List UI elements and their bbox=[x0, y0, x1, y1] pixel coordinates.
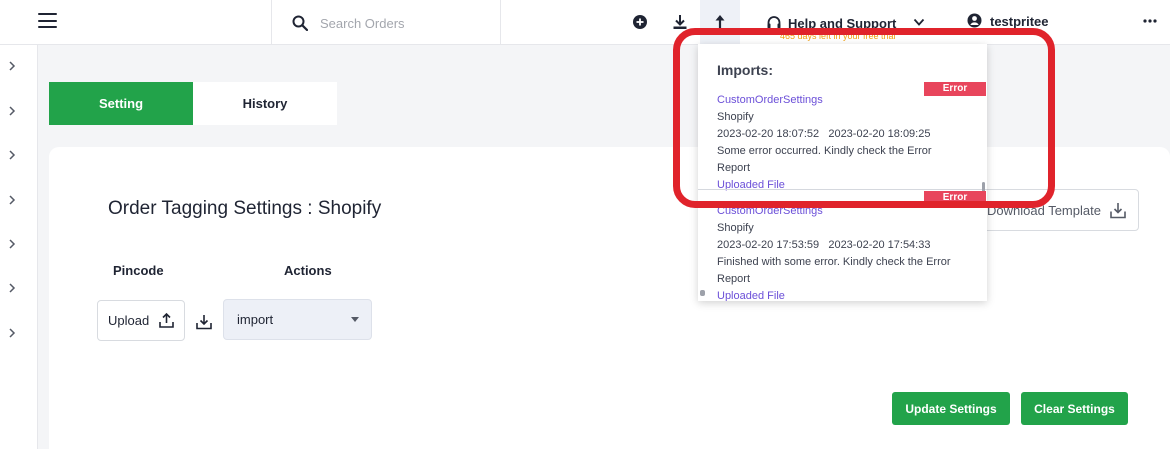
import-entry: CustomOrderSettings Shopify 2023-02-20 1… bbox=[717, 92, 967, 194]
upload-button-label: Upload bbox=[108, 313, 150, 328]
chevron-down-icon[interactable] bbox=[913, 16, 925, 28]
search-input[interactable] bbox=[320, 12, 490, 34]
tab-history[interactable]: History bbox=[193, 82, 337, 125]
divider bbox=[698, 189, 987, 190]
chevron-right-icon[interactable] bbox=[8, 61, 16, 71]
trial-note: 465 days left in your free trial bbox=[780, 31, 896, 41]
user-icon bbox=[967, 13, 982, 28]
import-entry: CustomOrderSettings Shopify 2023-02-20 1… bbox=[717, 203, 967, 301]
import-entry-message: Some error occurred. Kindly check the Er… bbox=[717, 145, 932, 174]
chevron-right-icon[interactable] bbox=[8, 150, 16, 160]
chevron-right-icon[interactable] bbox=[8, 195, 16, 205]
imports-title: Imports: bbox=[717, 62, 773, 78]
page-title: Order Tagging Settings : Shopify bbox=[108, 198, 382, 219]
action-select-value: import bbox=[237, 312, 274, 327]
download-icon bbox=[1110, 203, 1126, 219]
import-entry-channel: Shopify bbox=[717, 111, 754, 123]
help-and-support[interactable]: Help and Support bbox=[766, 14, 896, 32]
uploaded-file-link[interactable]: Uploaded File bbox=[717, 288, 967, 301]
column-header-actions: Actions bbox=[284, 263, 332, 278]
caret-down-icon bbox=[351, 317, 359, 322]
top-bar: Help and Support 465 days left in your f… bbox=[0, 0, 1170, 45]
import-entry-name[interactable]: CustomOrderSettings bbox=[717, 92, 967, 109]
clear-settings-button[interactable]: Clear Settings bbox=[1021, 392, 1128, 425]
scrollbar-indicator bbox=[700, 290, 705, 296]
upload-icon bbox=[159, 312, 175, 328]
chevron-right-icon[interactable] bbox=[8, 106, 16, 116]
menu-icon[interactable] bbox=[38, 13, 57, 28]
download-template-button[interactable]: Download Template bbox=[982, 189, 1139, 231]
update-settings-button[interactable]: Update Settings bbox=[892, 392, 1010, 425]
action-select[interactable]: import bbox=[223, 299, 372, 340]
import-entry-message: Finished with some error. Kindly check t… bbox=[717, 256, 951, 285]
upload-icon[interactable] bbox=[712, 14, 728, 30]
import-entry-end: 2023-02-20 18:09:25 bbox=[828, 128, 931, 140]
headset-icon bbox=[767, 16, 781, 29]
left-rail bbox=[0, 45, 38, 449]
import-entry-end: 2023-02-20 17:54:33 bbox=[828, 239, 931, 251]
user-menu[interactable]: testpritee bbox=[967, 13, 1049, 29]
search-icon bbox=[292, 15, 308, 31]
import-entry-start: 2023-02-20 18:07:52 bbox=[717, 128, 820, 140]
import-entry-start: 2023-02-20 17:53:59 bbox=[717, 239, 820, 251]
chevron-right-icon[interactable] bbox=[8, 239, 16, 249]
import-entry-channel: Shopify bbox=[717, 222, 754, 234]
help-label: Help and Support bbox=[788, 15, 897, 31]
download-icon[interactable] bbox=[195, 314, 213, 330]
tab-setting[interactable]: Setting bbox=[49, 82, 193, 125]
download-icon[interactable] bbox=[672, 14, 688, 30]
search-box bbox=[271, 0, 501, 45]
chevron-right-icon[interactable] bbox=[8, 328, 16, 338]
add-circle-icon[interactable] bbox=[632, 14, 648, 30]
download-template-label: Download Template bbox=[987, 202, 1101, 218]
upload-button[interactable]: Upload bbox=[97, 300, 185, 341]
import-entry-times: 2023-02-20 17:53:59 2023-02-20 17:54:33 bbox=[717, 237, 967, 254]
import-entry-name[interactable]: CustomOrderSettings bbox=[717, 203, 967, 220]
column-header-pincode: Pincode bbox=[113, 263, 164, 278]
imports-dropdown: Imports: Error CustomOrderSettings Shopi… bbox=[698, 44, 987, 301]
more-icon[interactable] bbox=[1142, 13, 1158, 29]
chevron-right-icon[interactable] bbox=[8, 283, 16, 293]
import-entry-times: 2023-02-20 18:07:52 2023-02-20 18:09:25 bbox=[717, 126, 967, 143]
username: testpritee bbox=[990, 13, 1049, 29]
